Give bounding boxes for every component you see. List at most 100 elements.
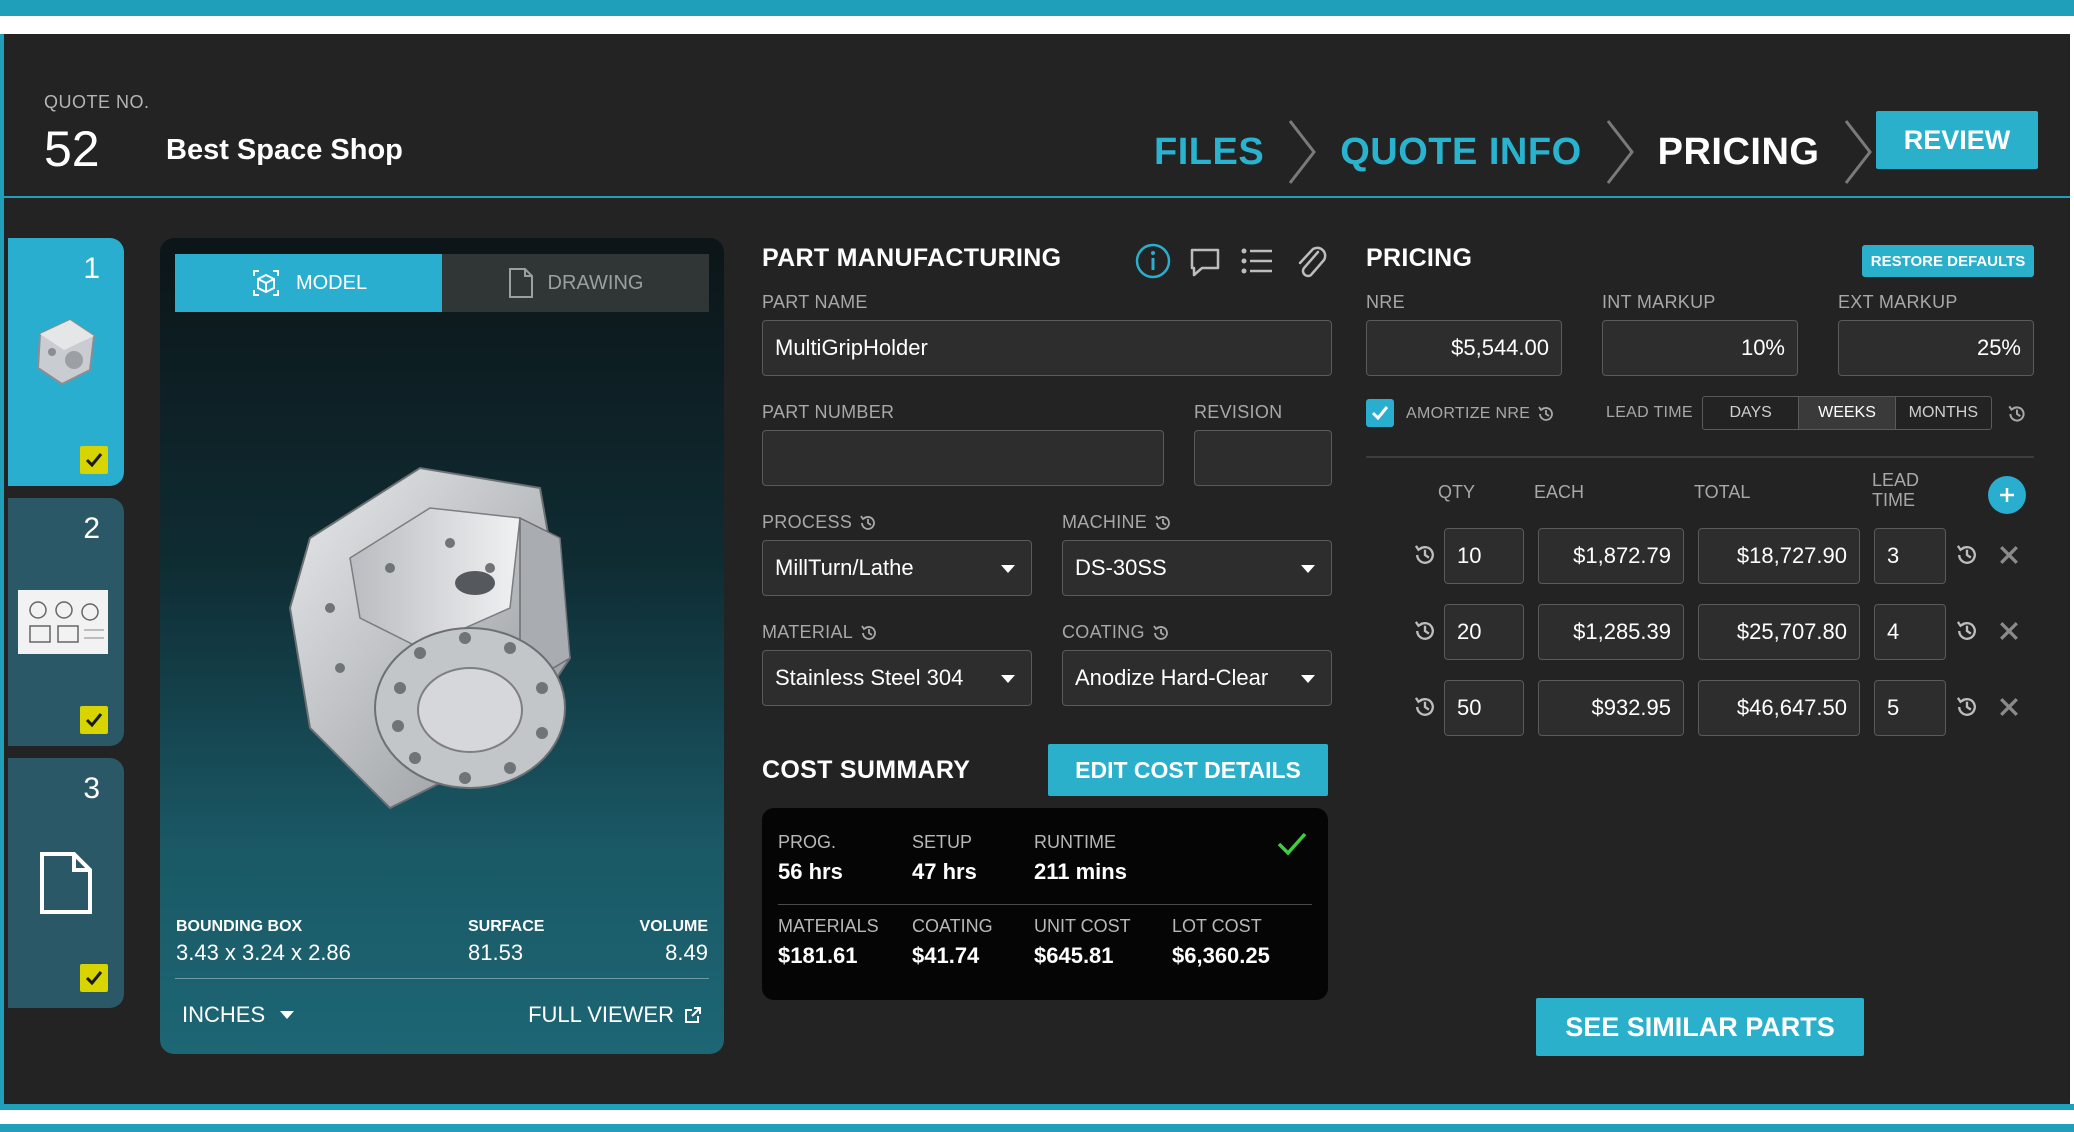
process-select[interactable]: MillTurn/Lathe: [762, 540, 1032, 596]
full-viewer-link[interactable]: FULL VIEWER: [528, 1002, 702, 1028]
cost-materials-label: MATERIALS: [778, 916, 879, 936]
step-pricing[interactable]: PRICING: [1658, 131, 1820, 174]
part-thumb-1[interactable]: 1: [8, 238, 124, 486]
history-icon[interactable]: [1954, 694, 1980, 720]
cost-runtime: RUNTIME 211 mins: [1034, 832, 1127, 885]
col-lead-time-header: LEAD TIME: [1872, 470, 1919, 510]
cost-runtime-label: RUNTIME: [1034, 832, 1116, 852]
units-dropdown[interactable]: INCHES: [182, 1002, 295, 1028]
comment-icon[interactable]: [1186, 242, 1224, 280]
app-window: QUOTE NO. 52 Best Space Shop FILES QUOTE…: [4, 34, 2070, 1110]
lead-unit-weeks[interactable]: WEEKS: [1799, 397, 1896, 429]
close-icon[interactable]: [1996, 542, 2022, 568]
nre-label: NRE: [1366, 292, 1405, 312]
tab-model-label: MODEL: [295, 271, 368, 294]
machine-select[interactable]: DS-30SS: [1062, 540, 1332, 596]
header-divider: [4, 196, 2070, 198]
part-3d-model[interactable]: [270, 448, 620, 868]
history-icon[interactable]: [1151, 623, 1171, 643]
cost-runtime-value: 211 mins: [1034, 859, 1127, 884]
restore-defaults-button[interactable]: RESTORE DEFAULTS: [1862, 245, 2034, 277]
cost-lot-value: $6,360.25: [1172, 943, 1270, 968]
qty-input[interactable]: 50: [1444, 680, 1524, 736]
total-price-input[interactable]: $46,647.50: [1698, 680, 1860, 736]
qty-input[interactable]: 20: [1444, 604, 1524, 660]
lead-time-input[interactable]: 5: [1874, 680, 1946, 736]
machine-label: MACHINE: [1062, 512, 1148, 532]
tab-model[interactable]: MODEL: [175, 254, 442, 312]
history-icon[interactable]: [2006, 403, 2028, 425]
part-thumb-3[interactable]: 3: [8, 758, 124, 1008]
part-included-checkbox[interactable]: [80, 446, 108, 474]
close-icon[interactable]: [1996, 694, 2022, 720]
history-icon[interactable]: [1536, 404, 1556, 424]
cost-unit-value: $645.81: [1034, 943, 1114, 968]
bounding-box-label: BOUNDING BOX: [176, 918, 303, 935]
lead-unit-months[interactable]: MONTHS: [1896, 397, 1991, 429]
col-total-header: TOTAL: [1694, 482, 1751, 502]
tab-drawing[interactable]: DRAWING: [442, 254, 709, 312]
add-quantity-button[interactable]: [1988, 476, 2026, 514]
step-quote-info[interactable]: QUOTE INFO: [1340, 131, 1581, 174]
cost-materials-value: $181.61: [778, 943, 858, 968]
checkmark-icon: [1277, 832, 1307, 856]
material-select[interactable]: Stainless Steel 304: [762, 650, 1032, 706]
process-label: PROCESS: [762, 512, 853, 532]
quote-number-label: QUOTE NO.: [44, 92, 150, 112]
info-icon[interactable]: [1134, 242, 1172, 280]
revision-input[interactable]: [1194, 430, 1332, 486]
coating-select[interactable]: Anodize Hard-Clear: [1062, 650, 1332, 706]
drawing-thumbnail-icon: [18, 590, 108, 654]
qty-input[interactable]: 10: [1444, 528, 1524, 584]
lead-time-label: LEAD TIME: [1606, 404, 1693, 421]
chevron-right-icon: [1289, 120, 1317, 184]
lead-time-input[interactable]: 4: [1874, 604, 1946, 660]
list-icon[interactable]: [1238, 242, 1276, 280]
col-lead-line-1: LEAD: [1872, 470, 1920, 490]
amortize-nre-checkbox[interactable]: [1366, 399, 1394, 427]
nre-input[interactable]: $5,544.00: [1366, 320, 1562, 376]
col-qty-header: QTY: [1438, 482, 1476, 502]
history-icon[interactable]: [1412, 542, 1438, 568]
checkmark-icon: [85, 971, 103, 986]
review-button[interactable]: REVIEW: [1876, 111, 2038, 169]
history-icon[interactable]: [1954, 542, 1980, 568]
machine-value: DS-30SS: [1075, 555, 1167, 580]
lead-time-unit-toggle: DAYS WEEKS MONTHS: [1702, 396, 1992, 430]
history-icon[interactable]: [1412, 694, 1438, 720]
part-number-input[interactable]: [762, 430, 1164, 486]
history-icon[interactable]: [859, 623, 879, 643]
model-viewer[interactable]: MODEL DRAWING BOUNDING BOX 3.43 x 3.24 x…: [160, 238, 724, 1054]
part-included-checkbox[interactable]: [80, 706, 108, 734]
amortize-nre-label-group: AMORTIZE NRE: [1406, 404, 1556, 424]
edit-cost-details-button[interactable]: EDIT COST DETAILS: [1048, 744, 1328, 796]
close-icon[interactable]: [1996, 618, 2022, 644]
each-price-input[interactable]: $1,285.39: [1538, 604, 1684, 660]
history-icon[interactable]: [1153, 513, 1173, 533]
part-thumb-2[interactable]: 2: [8, 498, 124, 746]
total-price-input[interactable]: $18,727.90: [1698, 528, 1860, 584]
part-included-checkbox[interactable]: [80, 964, 108, 992]
history-icon[interactable]: [858, 513, 878, 533]
int-markup-input[interactable]: 10%: [1602, 320, 1798, 376]
each-price-input[interactable]: $932.95: [1538, 680, 1684, 736]
cost-setup: SETUP 47 hrs: [912, 832, 977, 885]
machine-label-group: MACHINE: [1062, 512, 1173, 533]
cost-divider: [778, 904, 1312, 905]
col-each-header: EACH: [1534, 482, 1585, 502]
lead-unit-days[interactable]: DAYS: [1703, 397, 1800, 429]
lead-time-input[interactable]: 3: [1874, 528, 1946, 584]
part-name-input[interactable]: MultiGripHolder: [762, 320, 1332, 376]
left-accent-border: [0, 34, 4, 1110]
step-files[interactable]: FILES: [1154, 131, 1264, 174]
total-price-input[interactable]: $25,707.80: [1698, 604, 1860, 660]
ext-markup-input[interactable]: 25%: [1838, 320, 2034, 376]
each-price-input[interactable]: $1,872.79: [1538, 528, 1684, 584]
pricing-divider: [1366, 456, 2034, 458]
history-icon[interactable]: [1412, 618, 1438, 644]
see-similar-parts-button[interactable]: SEE SIMILAR PARTS: [1536, 998, 1864, 1056]
cost-prog-value: 56 hrs: [778, 859, 843, 884]
paperclip-icon[interactable]: [1292, 242, 1330, 280]
history-icon[interactable]: [1954, 618, 1980, 644]
full-viewer-label: FULL VIEWER: [528, 1002, 674, 1027]
